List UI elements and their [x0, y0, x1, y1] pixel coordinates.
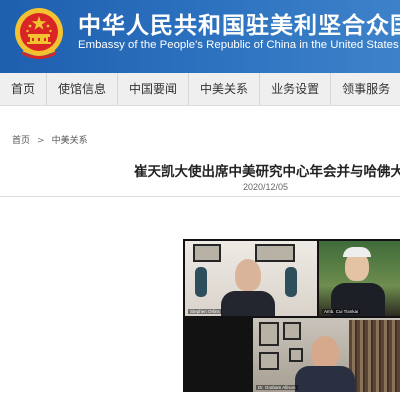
national-emblem-icon[interactable] [13, 5, 65, 63]
wall-painting [259, 322, 279, 346]
video-tile-3: Dr. Graham Allison [253, 318, 400, 392]
participant-head [235, 259, 261, 291]
participant-body [221, 291, 275, 316]
wall-painting [283, 322, 301, 340]
breadcrumb-current-link[interactable]: 中美关系 [52, 136, 88, 146]
breadcrumb-home-link[interactable]: 首页 [12, 136, 30, 146]
site-title-chinese: 中华人民共和国驻美利坚合众国大使馆 [78, 12, 400, 39]
wall-painting [255, 244, 295, 262]
title-divider [0, 196, 400, 197]
article-photo: Stephen Orlins Amb. Cui Tiankai Dr. Grah… [183, 239, 400, 392]
participant-hair [343, 247, 371, 257]
participant-name-label: Amb. Cui Tiankai [322, 309, 361, 314]
header-banner: 中华人民共和国驻美利坚合众国大使馆 Embassy of the People'… [0, 0, 400, 73]
article-date: 2020/12/05 [243, 182, 289, 192]
participant-head [311, 336, 339, 368]
participant-name-label: Stephen Orlins [188, 309, 222, 314]
nav-item-china-us-relations[interactable]: 中美关系 [189, 73, 261, 105]
wall-painting [259, 352, 279, 370]
bookshelf [349, 320, 400, 392]
wall-painting [193, 244, 221, 262]
nav-item-departments[interactable]: 业务设置 [260, 73, 332, 105]
video-tile-1: Stephen Orlins [185, 241, 317, 316]
video-tile-2: Amb. Cui Tiankai [319, 241, 400, 316]
main-nav: 首页 使馆信息 中国要闻 中美关系 业务设置 领事服务 使馆 [0, 73, 400, 106]
nav-item-home[interactable]: 首页 [0, 73, 48, 105]
article-title: 崔天凯大使出席中美研究中心年会并与哈佛大学 [134, 164, 400, 180]
breadcrumb: 首页 > 中美关系 [12, 133, 88, 146]
participant-body [295, 366, 355, 392]
wall-painting [289, 348, 303, 362]
nav-item-china-news[interactable]: 中国要闻 [118, 73, 190, 105]
nav-item-consular-services[interactable]: 领事服务 [331, 73, 400, 105]
breadcrumb-separator: > [37, 136, 45, 146]
participant-name-label: Dr. Graham Allison [256, 385, 298, 390]
vase [285, 267, 297, 297]
page: 中华人民共和国驻美利坚合众国大使馆 Embassy of the People'… [0, 0, 400, 400]
nav-item-embassy-info[interactable]: 使馆信息 [47, 73, 119, 105]
vase [195, 267, 207, 297]
site-title-english: Embassy of the People's Republic of Chin… [78, 39, 400, 51]
